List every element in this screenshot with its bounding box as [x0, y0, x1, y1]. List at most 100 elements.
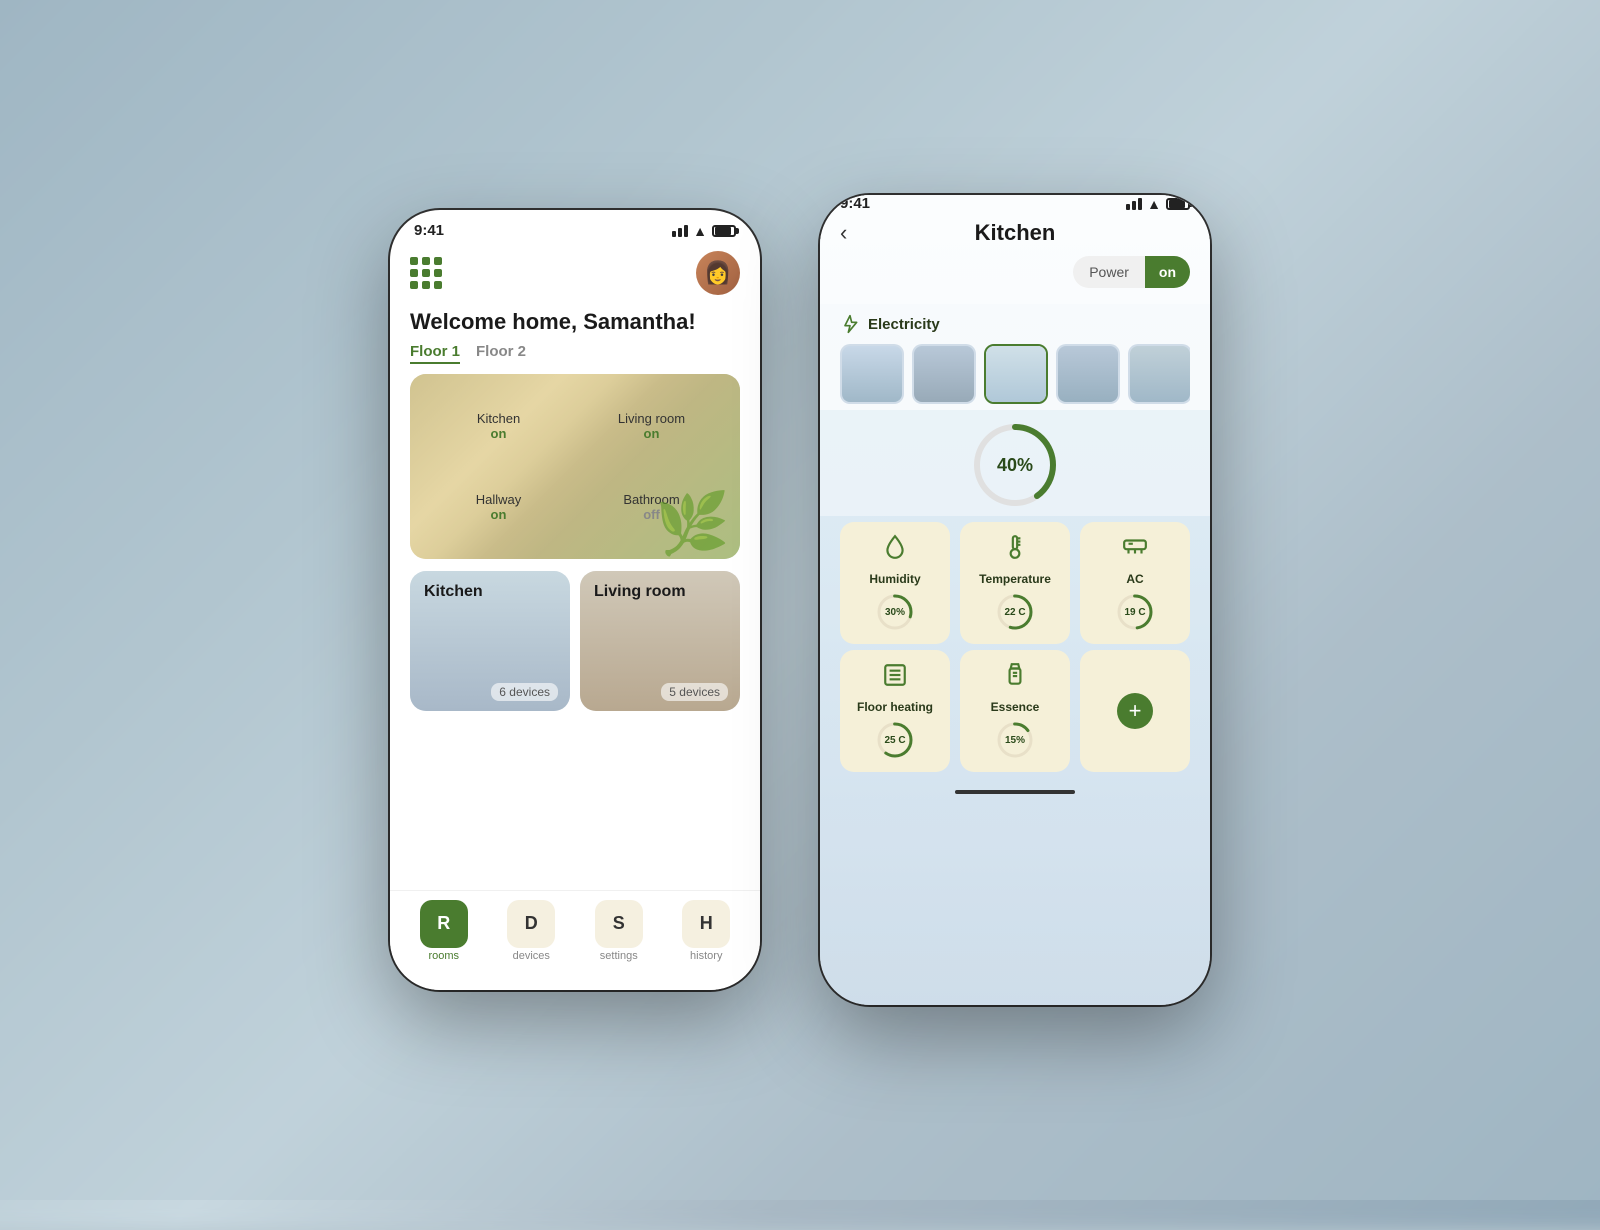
electricity-section: Electricity — [820, 304, 1210, 410]
grid-dot — [422, 269, 430, 277]
power-toggle-switch[interactable]: on — [1145, 256, 1190, 288]
nav-rooms-icon: R — [420, 900, 468, 948]
temperature-icon — [1002, 534, 1028, 566]
floor-tabs: Floor 1 Floor 2 — [390, 343, 760, 374]
nav-rooms-label: rooms — [428, 950, 459, 962]
device-card-floor-heating[interactable]: Floor heating 25 C — [840, 650, 950, 772]
back-button[interactable]: ‹ — [840, 220, 847, 246]
top-row: 👩 — [390, 243, 760, 299]
ac-label: AC — [1126, 572, 1143, 586]
light-thumb-3[interactable] — [984, 344, 1048, 404]
status-bar-left: 9:41 ▲ — [390, 210, 760, 243]
temperature-ring: 22 C — [995, 592, 1035, 632]
kitchen-card-title: Kitchen — [424, 583, 483, 601]
add-device-card[interactable]: + — [1080, 650, 1190, 772]
right-content: 9:41 ▲ — [820, 195, 1210, 1005]
light-thumb-1[interactable] — [840, 344, 904, 404]
bottom-nav: R rooms D devices S settings H history — [390, 890, 760, 990]
floor-heating-icon — [882, 662, 908, 694]
welcome-text: Welcome home, Samantha! — [390, 299, 760, 343]
room-living[interactable]: Living room on — [579, 390, 724, 463]
light-thumb-5[interactable] — [1128, 344, 1190, 404]
humidity-icon — [882, 534, 908, 566]
grid-dot — [434, 269, 442, 277]
battery-right-fill — [1169, 200, 1185, 208]
nav-rooms[interactable]: R rooms — [414, 900, 474, 962]
status-icons-left: ▲ — [672, 223, 736, 239]
essence-value-container: 15% — [995, 720, 1035, 760]
device-card-humidity[interactable]: Humidity 30% — [840, 522, 950, 644]
battery-icon — [712, 225, 736, 237]
device-cards-row1: Humidity 30% — [820, 516, 1210, 650]
room-kitchen-name: Kitchen — [477, 411, 520, 426]
time-right: 9:41 — [840, 195, 870, 212]
floor-tab-1[interactable]: Floor 1 — [410, 343, 460, 364]
electricity-gauge: 40% — [970, 420, 1060, 510]
phone-right-body: 9:41 ▲ — [820, 195, 1210, 1005]
signal-bar-1 — [672, 231, 676, 237]
signal-bar-3 — [684, 225, 688, 237]
status-icons-right: ▲ — [1126, 196, 1190, 212]
phone-left: 9:41 ▲ — [390, 210, 760, 990]
light-thumbnails — [840, 344, 1190, 404]
room-cards-grid: Kitchen 6 devices Living room 5 devices — [410, 571, 740, 711]
nav-settings[interactable]: S settings — [589, 900, 649, 962]
menu-icon[interactable] — [410, 257, 442, 289]
room-card-living[interactable]: Living room 5 devices — [580, 571, 740, 711]
status-bar-right: 9:41 ▲ — [820, 195, 1210, 212]
floor-heating-value: 25 C — [884, 735, 905, 746]
add-icon[interactable]: + — [1117, 693, 1153, 729]
light-thumb-4[interactable] — [1056, 344, 1120, 404]
wifi-right-icon: ▲ — [1147, 196, 1161, 212]
grid-dot — [422, 281, 430, 289]
home-bar — [955, 790, 1075, 794]
humidity-label: Humidity — [869, 572, 920, 586]
electricity-icon — [840, 314, 860, 334]
living-card-title: Living room — [594, 583, 686, 601]
floor-heating-label: Floor heating — [857, 700, 933, 714]
plant-decoration: 🌿 — [655, 488, 730, 559]
gauge-container: 40% — [820, 410, 1210, 516]
phones-container: 9:41 ▲ — [0, 0, 1600, 1200]
device-card-essence[interactable]: Essence 15% — [960, 650, 1070, 772]
room-overview[interactable]: Kitchen on Living room on Hallway on Bat… — [410, 374, 740, 559]
floor-tab-2[interactable]: Floor 2 — [476, 343, 526, 364]
device-cards-row2: Floor heating 25 C — [820, 650, 1210, 782]
gauge-value: 40% — [997, 455, 1033, 476]
kitchen-nav: ‹ Kitchen — [840, 212, 1190, 250]
floor-heating-ring: 25 C — [875, 720, 915, 760]
room-kitchen[interactable]: Kitchen on — [426, 390, 571, 463]
room-hallway[interactable]: Hallway on — [426, 471, 571, 544]
signal-right-icon — [1126, 198, 1142, 210]
time-left: 9:41 — [414, 222, 444, 239]
grid-dot — [410, 269, 418, 277]
avatar[interactable]: 👩 — [696, 251, 740, 295]
nav-history-label: history — [690, 950, 722, 962]
device-card-ac[interactable]: AC 19 C — [1080, 522, 1190, 644]
nav-history-icon: H — [682, 900, 730, 948]
signal-bar-r2 — [1132, 201, 1136, 210]
ac-value: 19 C — [1124, 607, 1145, 618]
room-card-kitchen[interactable]: Kitchen 6 devices — [410, 571, 570, 711]
humidity-value: 30% — [885, 607, 905, 618]
room-hallway-status: on — [491, 507, 507, 522]
essence-icon — [1002, 662, 1028, 694]
electricity-label: Electricity — [868, 316, 940, 333]
nav-history[interactable]: H history — [676, 900, 736, 962]
home-indicator — [820, 782, 1210, 798]
device-card-temperature[interactable]: Temperature 22 C — [960, 522, 1070, 644]
grid-dot — [422, 257, 430, 265]
signal-bar-r3 — [1138, 198, 1142, 210]
living-device-count: 5 devices — [661, 683, 728, 701]
battery-right-icon — [1166, 198, 1190, 210]
kitchen-device-count: 6 devices — [491, 683, 558, 701]
nav-devices[interactable]: D devices — [501, 900, 561, 962]
ac-value-container: 19 C — [1115, 592, 1155, 632]
light-thumb-2[interactable] — [912, 344, 976, 404]
floor-heating-value-container: 25 C — [875, 720, 915, 760]
nav-devices-icon: D — [507, 900, 555, 948]
ac-icon — [1122, 534, 1148, 566]
power-label: Power — [1073, 256, 1145, 288]
grid-dot — [434, 281, 442, 289]
grid-dot — [410, 281, 418, 289]
